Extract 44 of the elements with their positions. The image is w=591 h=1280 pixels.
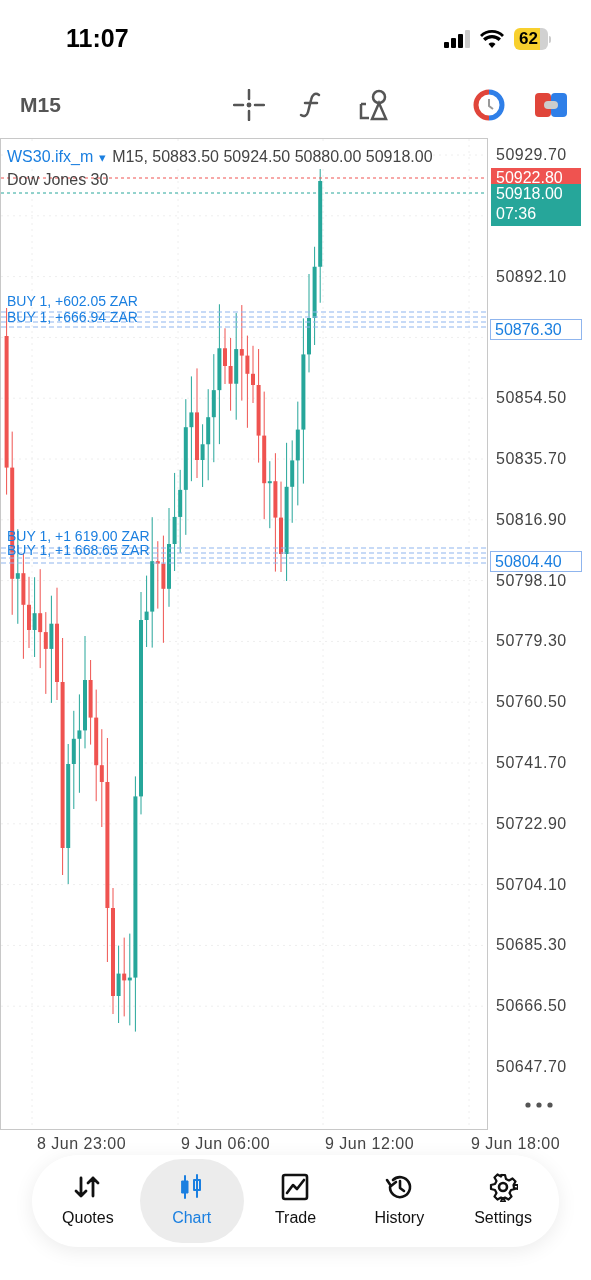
settings-icon [488, 1172, 519, 1202]
price-tick: 50647.70 [496, 1058, 567, 1076]
battery-indicator: 62 [514, 28, 551, 50]
nav-tab[interactable]: Trade [243, 1159, 348, 1243]
price-tick: 50835.70 [496, 450, 567, 468]
price-tick: 50816.90 [496, 510, 567, 529]
toggle-icon[interactable] [535, 93, 567, 117]
order-label: BUY 1, +602.05 ZAR [7, 294, 138, 308]
bid-price-label: 50918.00 [496, 184, 564, 204]
crosshair-icon[interactable] [233, 89, 265, 121]
symbol-description: Dow Jones 30 [7, 170, 109, 190]
price-tick: 50760.50 [496, 693, 567, 712]
order-price-label: 50876.30 [490, 319, 582, 340]
price-tick: 50741.70 [496, 754, 567, 772]
price-tick: 50704.10 [496, 875, 567, 894]
price-tick: 50798.10 [496, 571, 567, 590]
order-label: BUY 1, +666.94 ZAR [7, 310, 138, 324]
shapes-icon[interactable] [357, 88, 391, 122]
more-icon[interactable] [525, 1102, 553, 1108]
wifi-icon [480, 30, 505, 48]
order-price-label: 50804.40 [490, 551, 582, 572]
symbol-button[interactable]: WS30.ifx_m [7, 145, 94, 169]
ohlc-values: M15, 50883.50 50924.50 50880.00 50918.00 [112, 147, 433, 167]
clock-time: 11:07 [66, 23, 129, 55]
price-tick: 50854.50 [496, 389, 567, 408]
time-tick: 8 Jun 23:00 [37, 1134, 127, 1154]
nav-tab[interactable]: History [347, 1159, 452, 1243]
price-tick: 50929.70 [496, 146, 567, 164]
signal-icon [444, 30, 471, 48]
time-tick: 9 Jun 06:00 [181, 1134, 271, 1154]
nav-tab[interactable]: Settings [451, 1159, 555, 1243]
chart-icon [280, 1172, 311, 1202]
price-tick: 50666.50 [496, 997, 567, 1016]
price-tick: 50779.30 [496, 632, 567, 651]
timeframe-button[interactable]: M15 [20, 89, 190, 121]
clock-ring-icon[interactable] [473, 89, 505, 121]
price-tick: 50685.30 [496, 936, 567, 955]
time-tick: 9 Jun 18:00 [471, 1134, 561, 1154]
price-tick: 50892.10 [496, 267, 567, 286]
caret-icon[interactable]: ▾ [97, 148, 109, 168]
price-tick: 50722.90 [496, 814, 567, 833]
time-tick: 9 Jun 12:00 [325, 1134, 415, 1154]
candle-timer: 07:36 [496, 204, 538, 224]
nav-tab[interactable]: Quotes [36, 1159, 140, 1243]
